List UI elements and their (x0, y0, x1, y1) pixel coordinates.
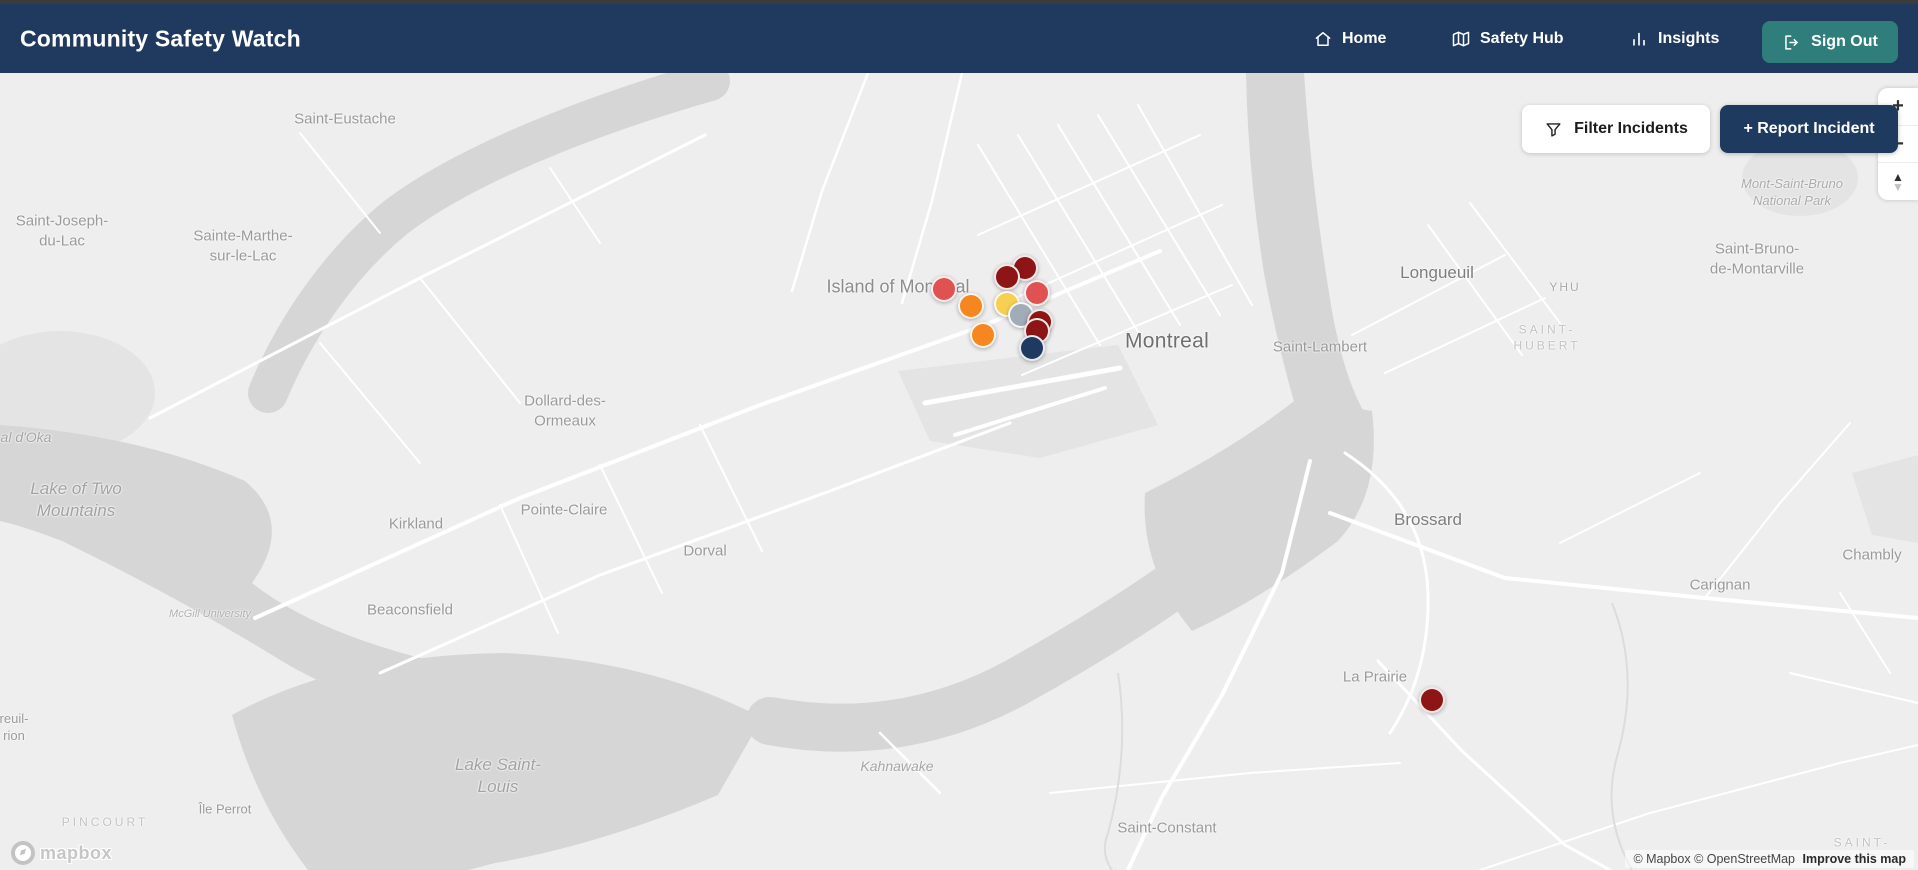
bar-chart-icon (1633, 32, 1645, 46)
filter-icon (1546, 122, 1561, 137)
nav-item-insights[interactable]: Insights (1629, 29, 1719, 49)
incident-marker-orange[interactable] (958, 293, 984, 319)
improve-map-link[interactable]: Improve this map (1803, 852, 1907, 866)
incident-marker-dark-red[interactable] (994, 264, 1020, 290)
browser-edge-strip (0, 0, 1918, 4)
nav-safety-hub-label: Safety Hub (1480, 29, 1564, 47)
filter-incidents-label: Filter Incidents (1574, 120, 1688, 137)
mapbox-logo[interactable]: mapbox (10, 840, 112, 866)
incident-marker-red[interactable] (1024, 280, 1050, 306)
app-header: Community Safety Watch Home Safety Hub I… (0, 4, 1918, 73)
compass-button[interactable]: ▲ ▼ (1878, 163, 1918, 200)
mapbox-copyright-link[interactable]: © Mapbox (1633, 852, 1690, 866)
sign-out-icon (1785, 34, 1798, 50)
report-incident-button[interactable]: + Report Incident (1720, 105, 1898, 153)
nav-home-label: Home (1342, 29, 1387, 47)
mapbox-logo-icon (11, 841, 35, 865)
sign-out-label: Sign Out (1811, 33, 1878, 50)
nav-item-home[interactable]: Home (1313, 29, 1386, 49)
home-icon (1315, 31, 1331, 46)
sign-out-button[interactable]: Sign Out (1762, 21, 1898, 63)
map-attribution: © Mapbox © OpenStreetMap Improve this ma… (1625, 850, 1914, 868)
incident-marker-navy[interactable] (1019, 335, 1045, 361)
incident-marker-orange[interactable] (970, 322, 996, 348)
mapbox-wordmark: mapbox (40, 842, 113, 863)
nav-insights-label: Insights (1658, 29, 1720, 47)
map-tiles (0, 73, 1918, 870)
app-title: Community Safety Watch (20, 25, 301, 51)
report-incident-label: + Report Incident (1743, 120, 1875, 137)
filter-incidents-button[interactable]: Filter Incidents (1522, 105, 1710, 153)
incident-marker-red[interactable] (931, 276, 957, 302)
compass-needle-down-icon: ▼ (1892, 179, 1904, 194)
osm-copyright-link[interactable]: © OpenStreetMap (1694, 852, 1795, 866)
incident-marker-dark-red[interactable] (1419, 687, 1445, 713)
map-icon (1452, 31, 1470, 46)
nav-item-safety-hub[interactable]: Safety Hub (1451, 29, 1564, 49)
map-canvas[interactable]: Saint-Eustache Saint-Joseph- du-Lac Sainte… (0, 73, 1918, 870)
